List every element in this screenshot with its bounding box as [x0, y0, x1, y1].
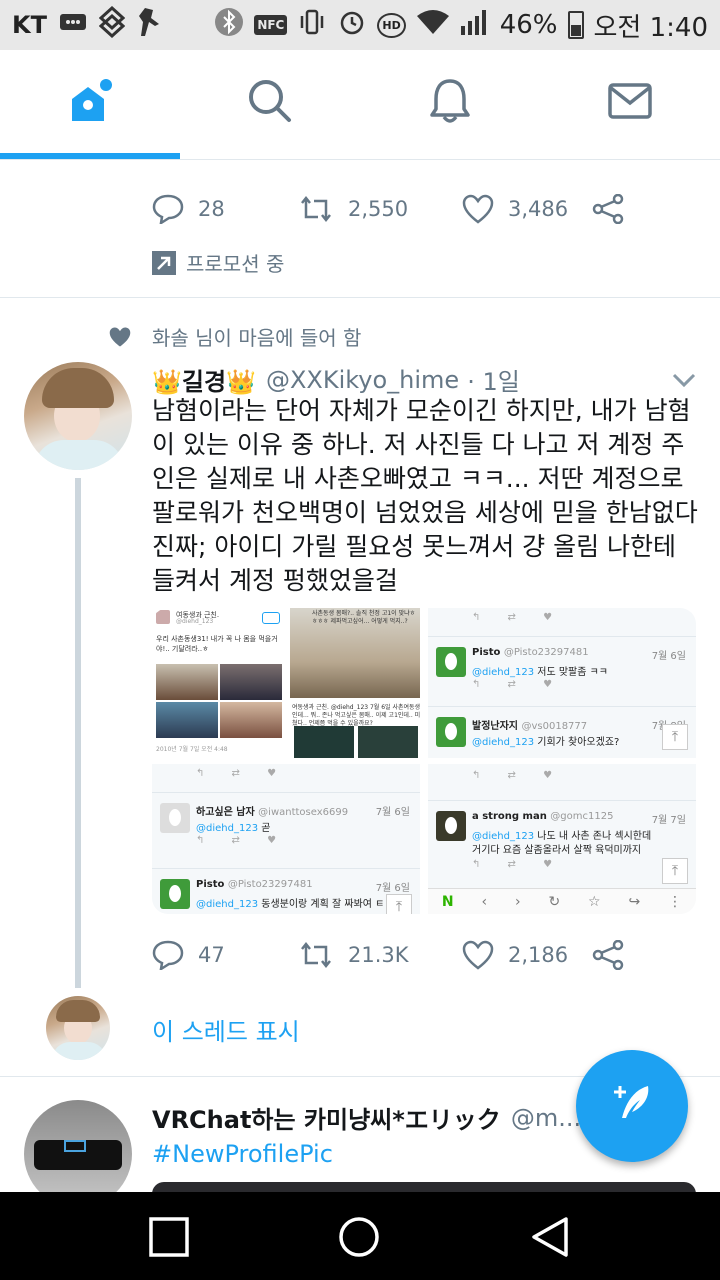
clock: 오전 1:40: [593, 12, 709, 43]
nfc-icon: NFC: [254, 15, 288, 35]
alarm-icon: [337, 7, 367, 44]
battery-icon: [567, 11, 584, 39]
tab-messages[interactable]: [540, 50, 720, 156]
media-image-4[interactable]: ↰ ⇄ ♥ a strong man @gomc1125 7월 7일 @dieh…: [428, 764, 696, 914]
media-image-3[interactable]: ↰ ⇄ ♥ 하고싶은 남자 @iwanttosex6699 7월 6일 @die…: [152, 764, 420, 914]
next-tweet-header: VRChat하는 카미냥씨*エリック @m...: [152, 1100, 581, 1135]
retweet-button[interactable]: 21.3K: [298, 941, 462, 969]
tweet-divider: [0, 297, 720, 298]
show-thread-link[interactable]: 이 스레드 표시: [152, 1012, 300, 1047]
reply-icon: [152, 940, 184, 970]
display-name[interactable]: 👑길경👑: [152, 362, 256, 397]
display-name[interactable]: VRChat하는 카미냥씨*エリック: [152, 1100, 501, 1135]
app-logo-icon: [98, 5, 126, 44]
compose-tweet-button[interactable]: [576, 1050, 688, 1162]
vibrate-icon: [297, 7, 327, 44]
reply-count: 47: [198, 943, 225, 967]
heart-icon: [462, 940, 494, 970]
reply-button[interactable]: 28: [152, 194, 298, 224]
share-icon: [592, 194, 624, 224]
search-icon: [247, 78, 293, 128]
recents-icon[interactable]: [149, 1217, 189, 1261]
media-image-2[interactable]: ↰ ⇄ ♥ Pisto @Pisto23297481 7월 6일 @diehd_…: [428, 608, 696, 758]
tweet-actions: 47 21.3K 2,186: [152, 935, 632, 975]
handle: @XXKikyo_hime: [265, 365, 460, 394]
retweet-icon: [301, 941, 331, 969]
retweet-count: 2,550: [348, 197, 409, 221]
tweet-header: 👑길경👑 @XXKikyo_hime · 1일: [152, 362, 520, 397]
like-count: 3,486: [508, 197, 569, 221]
tab-search[interactable]: [180, 50, 360, 156]
share-button[interactable]: [592, 940, 624, 970]
back-icon[interactable]: [530, 1216, 570, 1262]
bluetooth-icon: [214, 7, 244, 44]
heart-icon: [462, 194, 494, 224]
timestamp: · 1일: [467, 368, 520, 396]
system-nav-bar: [0, 1192, 720, 1280]
chevron-down-icon: [672, 373, 696, 388]
top-nav: [0, 50, 720, 160]
tweet-media[interactable]: 여동생과 근친. @diehd_123 우리 사촌동생31! 내가 꼭 나 몸을…: [152, 608, 696, 914]
wifi-icon: [416, 8, 450, 43]
retweet-icon: [301, 195, 331, 223]
avatar[interactable]: [24, 362, 132, 470]
reply-button[interactable]: 47: [152, 940, 298, 970]
thread-line: [75, 478, 81, 988]
carrier-label: KT: [12, 11, 47, 39]
heart-filled-icon: [109, 326, 131, 347]
tab-notifications[interactable]: [360, 50, 540, 156]
active-tab-indicator: [0, 153, 180, 159]
status-bar: KT NFC HD 46% 오전 1:40: [0, 0, 720, 50]
home-circle-icon[interactable]: [338, 1216, 380, 1262]
reply-icon: [152, 194, 184, 224]
signal-icon: [460, 8, 490, 43]
hashtag-link[interactable]: #NewProfilePic: [152, 1140, 333, 1168]
hd-icon: HD: [377, 12, 406, 38]
tab-home[interactable]: [0, 50, 180, 156]
like-button[interactable]: 3,486: [462, 194, 592, 224]
retweet-count: 21.3K: [348, 943, 409, 967]
home-icon: [66, 77, 114, 129]
retweet-button[interactable]: 2,550: [298, 195, 462, 223]
tweet-menu-button[interactable]: [672, 372, 696, 392]
promoted-tweet-actions: 28 2,550 3,486: [152, 189, 632, 229]
promoted-label: 프로모션 중: [152, 248, 284, 277]
social-context: 화솔 님이 마음에 들어 함: [108, 322, 361, 351]
share-icon: [592, 940, 624, 970]
messages-icon: [608, 83, 652, 123]
promoted-icon: [152, 250, 176, 275]
battery-percent: 46%: [499, 10, 558, 40]
message-icon: [59, 12, 87, 38]
reply-count: 28: [198, 197, 225, 221]
notifications-icon: [428, 77, 472, 129]
handle: @m...: [510, 1103, 582, 1132]
thread-avatar[interactable]: [46, 996, 110, 1060]
media-image-1[interactable]: 여동생과 근친. @diehd_123 우리 사촌동생31! 내가 꼭 나 몸을…: [152, 608, 420, 758]
like-button[interactable]: 2,186: [462, 940, 592, 970]
like-count: 2,186: [508, 943, 569, 967]
game-icon: [137, 6, 161, 44]
compose-icon: [614, 1086, 649, 1118]
tweet-text: 남혐이라는 단어 자체가 모순이긴 하지만, 내가 남혐이 있는 이유 중 하나…: [152, 396, 698, 595]
share-button[interactable]: [592, 194, 624, 224]
